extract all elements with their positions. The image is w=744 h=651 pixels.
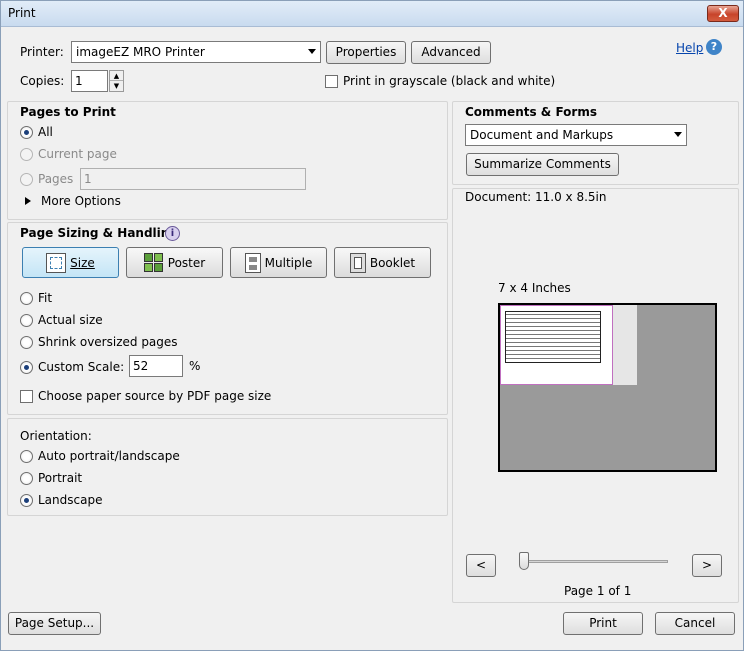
radio-auto-orientation[interactable]: Auto portrait/landscape	[20, 448, 180, 464]
chevron-down-icon	[674, 132, 682, 137]
tab-booklet[interactable]: Booklet	[334, 247, 431, 278]
poster-icon	[143, 252, 164, 273]
printer-label: Printer:	[20, 45, 64, 59]
radio-shrink-label: Shrink oversized pages	[38, 335, 178, 349]
page-slider-track[interactable]	[520, 560, 668, 563]
comments-forms-heading: Comments & Forms	[465, 105, 597, 119]
radio-current-page-label: Current page	[38, 147, 117, 161]
tab-booklet-label: Booklet	[369, 255, 416, 270]
copies-label: Copies:	[20, 74, 65, 88]
grayscale-label: Print in grayscale (black and white)	[343, 74, 556, 88]
info-icon[interactable]: i	[165, 226, 180, 241]
close-button[interactable]: X	[707, 5, 739, 22]
copies-stepper[interactable]: ▲ ▼	[109, 70, 124, 92]
size-icon	[46, 252, 67, 273]
paper-source-checkbox[interactable]	[20, 389, 33, 403]
close-icon: X	[718, 6, 728, 20]
radio-portrait-button[interactable]	[20, 471, 33, 485]
properties-button[interactable]: Properties	[326, 41, 406, 64]
radio-auto-orientation-button[interactable]	[20, 449, 33, 463]
preview-page	[500, 305, 613, 385]
radio-landscape-button[interactable]	[20, 493, 33, 507]
booklet-icon	[349, 252, 366, 273]
printer-select[interactable]: imageEZ MRO Printer	[71, 41, 321, 63]
preview-document-thumbnail	[505, 311, 601, 363]
help-icon[interactable]: ?	[706, 39, 722, 55]
grayscale-checkbox[interactable]	[325, 74, 338, 88]
pages-to-print-heading: Pages to Print	[20, 105, 116, 119]
tab-multiple-label: Multiple	[264, 255, 313, 270]
radio-fit-button[interactable]	[20, 291, 33, 305]
radio-fit[interactable]: Fit	[20, 290, 52, 306]
radio-landscape-label: Landscape	[38, 493, 103, 507]
radio-current-page[interactable]: Current page	[20, 146, 117, 162]
cancel-button[interactable]: Cancel	[655, 612, 735, 635]
chevron-down-icon[interactable]: ▼	[110, 81, 123, 91]
radio-pages-button[interactable]	[20, 172, 33, 186]
chevron-down-icon	[308, 49, 316, 54]
tab-poster[interactable]: Poster	[126, 247, 223, 278]
radio-landscape[interactable]: Landscape	[20, 492, 102, 508]
help-link[interactable]: Help	[676, 41, 703, 55]
chevron-up-icon[interactable]: ▲	[110, 71, 123, 81]
radio-actual-size-button[interactable]	[20, 313, 33, 327]
tab-size-label: Size	[70, 255, 95, 270]
radio-custom-scale[interactable]: Custom Scale:	[20, 359, 124, 375]
advanced-button[interactable]: Advanced	[411, 41, 491, 64]
paper-source-option[interactable]: Choose paper source by PDF page size	[20, 388, 271, 404]
summarize-comments-button[interactable]: Summarize Comments	[466, 153, 619, 176]
tab-multiple[interactable]: Multiple	[230, 247, 327, 278]
radio-custom-scale-label: Custom Scale:	[38, 360, 125, 374]
radio-all-label: All	[38, 125, 53, 139]
page-sizing-heading: Page Sizing & Handling	[20, 226, 178, 240]
tab-size[interactable]: Size	[22, 247, 119, 278]
page-indicator: Page 1 of 1	[564, 584, 632, 598]
radio-portrait[interactable]: Portrait	[20, 470, 82, 486]
paper-source-label: Choose paper source by PDF page size	[38, 389, 272, 403]
tab-poster-label: Poster	[167, 255, 206, 270]
next-page-button[interactable]: >	[692, 554, 722, 577]
radio-pages-label: Pages	[38, 172, 74, 186]
page-setup-button[interactable]: Page Setup...	[8, 612, 101, 635]
radio-shrink-button[interactable]	[20, 335, 33, 349]
print-preview	[498, 303, 717, 472]
percent-label: %	[189, 359, 201, 373]
chevron-right-icon: >	[701, 558, 713, 572]
paper-size-label: 7 x 4 Inches	[498, 281, 571, 295]
custom-scale-input[interactable]: 52	[129, 355, 183, 377]
radio-auto-orientation-label: Auto portrait/landscape	[38, 449, 180, 463]
radio-shrink[interactable]: Shrink oversized pages	[20, 334, 178, 350]
document-size-label: Document: 11.0 x 8.5in	[465, 190, 607, 204]
radio-portrait-label: Portrait	[38, 471, 83, 485]
radio-pages[interactable]: Pages	[20, 171, 73, 187]
print-dialog: Print X Printer: imageEZ MRO Printer Pro…	[0, 0, 744, 651]
pages-range-input[interactable]: 1	[80, 168, 306, 190]
radio-current-page-button[interactable]	[20, 147, 33, 161]
copies-input[interactable]: 1	[71, 70, 108, 92]
radio-custom-scale-button[interactable]	[20, 360, 33, 374]
grayscale-option[interactable]: Print in grayscale (black and white)	[325, 73, 555, 89]
printer-select-value: imageEZ MRO Printer	[76, 45, 205, 59]
title-bar: Print X	[1, 1, 743, 27]
chevron-left-icon: <	[475, 558, 487, 572]
print-button[interactable]: Print	[563, 612, 643, 635]
radio-actual-size[interactable]: Actual size	[20, 312, 103, 328]
radio-all-button[interactable]	[20, 125, 33, 139]
radio-all[interactable]: All	[20, 124, 53, 140]
multiple-icon	[244, 252, 261, 273]
comments-forms-select[interactable]: Document and Markups	[465, 124, 687, 146]
radio-actual-size-label: Actual size	[38, 313, 103, 327]
more-options-toggle[interactable]: More Options	[41, 194, 121, 208]
previous-page-button[interactable]: <	[466, 554, 496, 577]
comments-forms-select-value: Document and Markups	[470, 128, 614, 142]
expand-arrow-icon[interactable]	[25, 197, 31, 205]
radio-fit-label: Fit	[38, 291, 53, 305]
window-title: Print	[8, 6, 36, 20]
page-slider-thumb[interactable]	[519, 552, 529, 570]
orientation-heading: Orientation:	[20, 429, 92, 443]
